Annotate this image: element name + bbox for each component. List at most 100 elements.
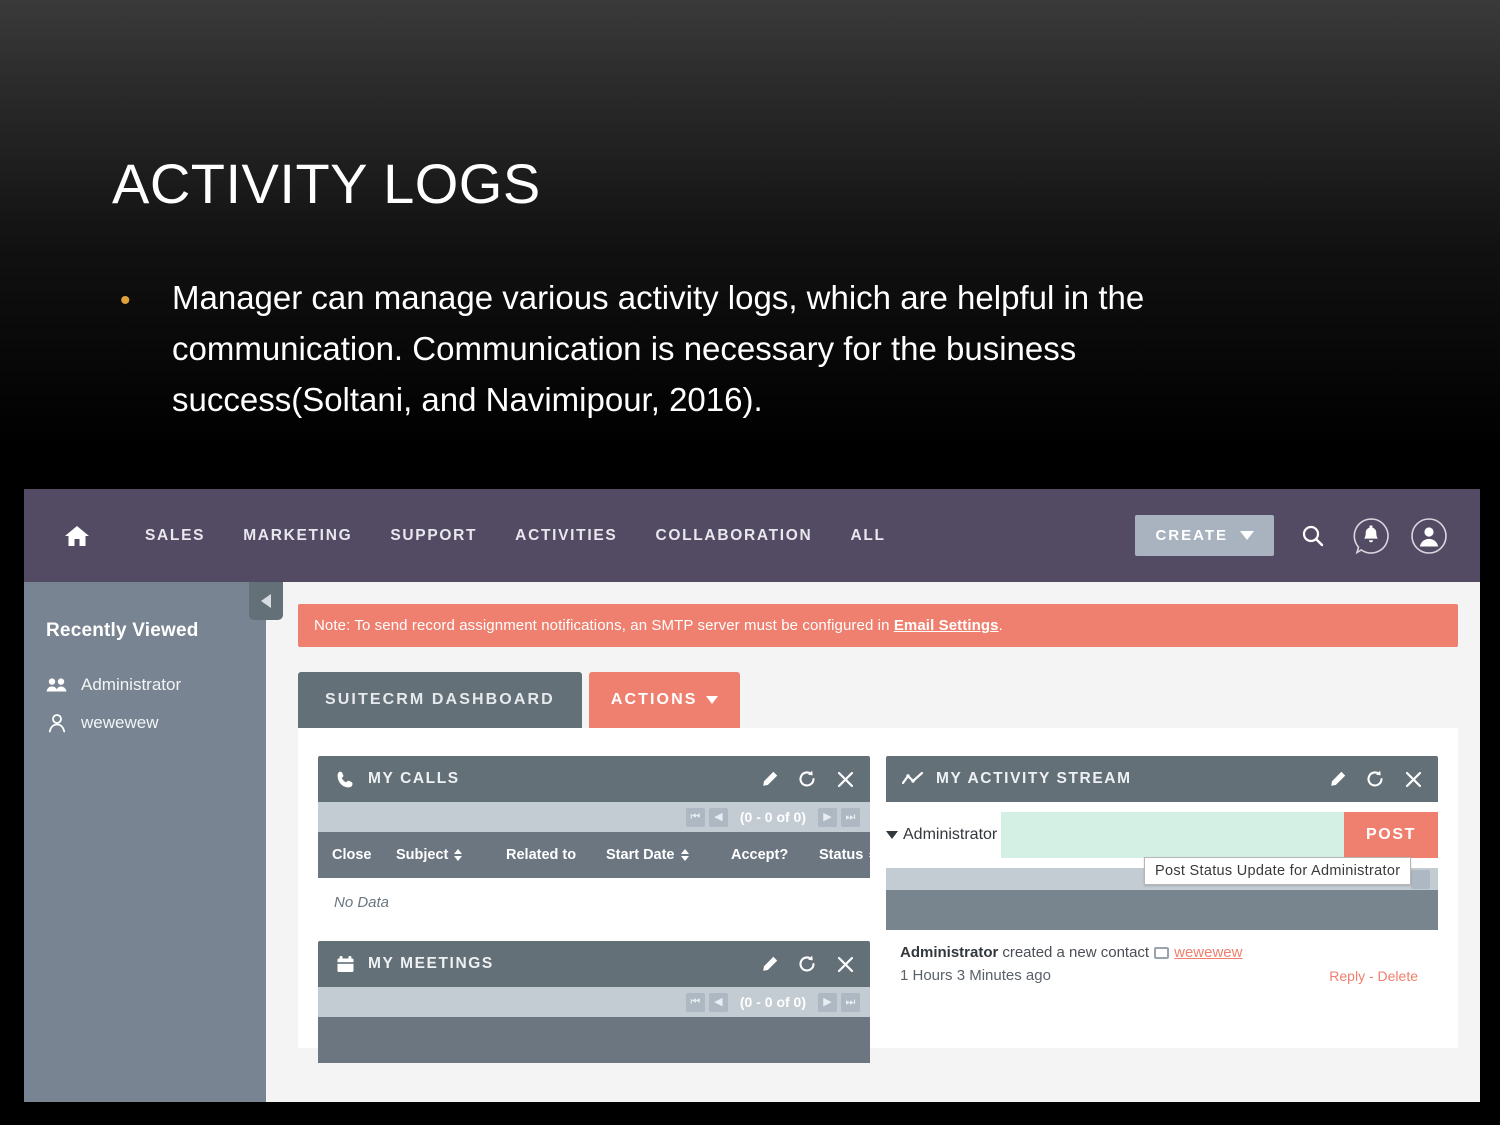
actions-dropdown-button[interactable]: ACTIONS bbox=[588, 672, 740, 728]
tab-suitecrm-dashboard[interactable]: SUITECRM DASHBOARD bbox=[298, 672, 582, 728]
table-header-row: Close Subject Related to Start Date Acce… bbox=[318, 832, 878, 878]
sidebar-heading: Recently Viewed bbox=[46, 620, 199, 641]
crm-main-content: Note: To send record assignment notifica… bbox=[266, 582, 1480, 1102]
dashlet-actions bbox=[1326, 768, 1424, 790]
activity-entry-action: created a new contact bbox=[1002, 944, 1150, 961]
pencil-icon[interactable] bbox=[758, 768, 780, 790]
crm-sidebar: Recently Viewed Administrator wewewew bbox=[24, 582, 283, 1102]
pagination-prev-button[interactable]: ◀ bbox=[708, 992, 728, 1012]
dashboard-tab-row: SUITECRM DASHBOARD ACTIONS bbox=[298, 672, 1458, 728]
nav-item-marketing[interactable]: MARKETING bbox=[224, 527, 371, 545]
nav-item-support[interactable]: SUPPORT bbox=[371, 527, 496, 545]
dashlet-actions bbox=[758, 768, 856, 790]
empty-state-text: No Data bbox=[318, 878, 870, 925]
crm-body: Recently Viewed Administrator wewewew No… bbox=[24, 582, 1480, 1102]
sidebar-item-administrator[interactable]: Administrator bbox=[24, 666, 266, 704]
close-icon[interactable] bbox=[834, 953, 856, 975]
pagination-last-button[interactable]: ⏭ bbox=[841, 992, 860, 1012]
column-label: Accept? bbox=[731, 847, 789, 863]
pencil-icon[interactable] bbox=[1326, 768, 1348, 790]
activity-user-label: Administrator bbox=[903, 826, 998, 843]
activity-entry-description: Administrator created a new contact wewe… bbox=[900, 944, 1329, 961]
home-icon[interactable] bbox=[64, 524, 90, 548]
refresh-icon[interactable] bbox=[1364, 768, 1386, 790]
nav-item-collaboration[interactable]: COLLABORATION bbox=[636, 527, 831, 545]
actions-label: ACTIONS bbox=[610, 691, 698, 708]
column-header-subject[interactable]: Subject bbox=[396, 847, 506, 863]
nav-item-all[interactable]: ALL bbox=[831, 527, 904, 545]
user-profile-icon[interactable] bbox=[1410, 517, 1448, 555]
post-status-tooltip: Post Status Update for Administrator bbox=[1144, 857, 1412, 885]
triangle-left-glyph bbox=[261, 594, 271, 608]
column-label: Subject bbox=[396, 847, 449, 863]
create-button[interactable]: CREATE bbox=[1135, 515, 1274, 556]
delete-link[interactable]: Delete bbox=[1378, 968, 1418, 984]
navbar-right-actions: CREATE bbox=[1135, 489, 1448, 582]
chevron-down-icon bbox=[886, 831, 898, 839]
sort-arrows-icon bbox=[680, 849, 689, 861]
nav-item-sales[interactable]: SALES bbox=[126, 527, 224, 545]
column-label: Start Date bbox=[606, 847, 675, 863]
dashboard-column-right: MY ACTIVITY STREAM Administrator POST Ad… bbox=[886, 756, 1438, 1048]
search-icon[interactable] bbox=[1294, 517, 1332, 555]
reply-link[interactable]: Reply bbox=[1329, 968, 1365, 984]
pagination-first-button[interactable]: ⏮ bbox=[685, 992, 705, 1012]
column-header-start-date[interactable]: Start Date bbox=[606, 847, 731, 863]
activity-entry-target-link[interactable]: wewewew bbox=[1174, 944, 1242, 961]
post-button[interactable]: POST bbox=[1344, 812, 1438, 858]
nav-links: SALES MARKETING SUPPORT ACTIVITIES COLLA… bbox=[126, 527, 905, 545]
pagination-last-button[interactable] bbox=[1411, 869, 1430, 889]
calendar-icon bbox=[334, 954, 356, 974]
phone-icon bbox=[334, 769, 356, 789]
column-header-close[interactable]: Close bbox=[332, 847, 396, 863]
dashlet-title: MY CALLS bbox=[368, 770, 460, 787]
users-group-icon bbox=[46, 675, 68, 695]
dashlet-my-meetings: MY MEETINGS ⏮ ◀ (0 - 0 of 0) ▶ ⏭ bbox=[318, 941, 870, 1063]
dashlet-header: MY CALLS bbox=[318, 756, 870, 802]
column-header-accept[interactable]: Accept? bbox=[731, 847, 819, 863]
close-icon[interactable] bbox=[834, 768, 856, 790]
activity-user-selector[interactable]: Administrator bbox=[886, 826, 1001, 844]
activity-chart-icon bbox=[902, 769, 924, 789]
email-settings-link[interactable]: Email Settings bbox=[894, 617, 999, 634]
crm-screenshot-frame: SALES MARKETING SUPPORT ACTIVITIES COLLA… bbox=[24, 489, 1480, 1102]
slide-root: ACTIVITY LOGS • Manager can manage vario… bbox=[0, 0, 1500, 1125]
activity-status-input[interactable] bbox=[1001, 812, 1345, 858]
column-header-related-to[interactable]: Related to bbox=[506, 847, 606, 863]
dashlet-header: MY MEETINGS bbox=[318, 941, 870, 987]
collapse-left-icon[interactable] bbox=[249, 582, 283, 620]
close-icon[interactable] bbox=[1402, 768, 1424, 790]
pagination-next-button[interactable]: ▶ bbox=[818, 992, 837, 1012]
pagination-bar: ⏮ ◀ (0 - 0 of 0) ▶ ⏭ bbox=[318, 987, 870, 1017]
activity-entry-actor: Administrator bbox=[900, 944, 999, 961]
pagination-first-button[interactable]: ⏮ bbox=[685, 807, 705, 827]
column-label: Close bbox=[332, 847, 372, 863]
pagination-count: (0 - 0 of 0) bbox=[739, 994, 806, 1010]
sidebar-item-label: Administrator bbox=[81, 675, 182, 694]
nav-item-activities[interactable]: ACTIVITIES bbox=[496, 527, 636, 545]
pagination-next-button[interactable]: ▶ bbox=[818, 807, 837, 827]
pagination-count: (0 - 0 of 0) bbox=[739, 809, 806, 825]
column-label: Status bbox=[819, 847, 864, 863]
refresh-icon[interactable] bbox=[796, 768, 818, 790]
contact-record-icon bbox=[1154, 946, 1170, 959]
pagination-last-button[interactable]: ⏭ bbox=[841, 807, 860, 827]
dashlet-header: MY ACTIVITY STREAM bbox=[886, 756, 1438, 802]
activity-stream-entry: Administrator created a new contact wewe… bbox=[886, 930, 1438, 984]
notification-bell-icon[interactable] bbox=[1352, 517, 1390, 555]
sidebar-item-wewewew[interactable]: wewewew bbox=[24, 704, 266, 742]
sort-arrows-icon bbox=[454, 849, 463, 861]
bullet-list: • Manager can manage various activity lo… bbox=[112, 272, 1292, 425]
user-icon bbox=[46, 713, 68, 733]
table-header-row bbox=[318, 1017, 870, 1063]
dashboard-surface: MY CALLS ⏮ ◀ (0 - 0 of 0) ▶ ⏭ Close Subj… bbox=[298, 728, 1458, 1063]
column-header-status[interactable]: Status bbox=[819, 847, 878, 863]
crm-navbar: SALES MARKETING SUPPORT ACTIVITIES COLLA… bbox=[24, 489, 1480, 582]
pencil-icon[interactable] bbox=[758, 953, 780, 975]
pagination-bar: ⏮ ◀ (0 - 0 of 0) ▶ ⏭ bbox=[318, 802, 870, 832]
bullet-marker: • bbox=[120, 284, 131, 317]
refresh-icon[interactable] bbox=[796, 953, 818, 975]
sidebar-item-label: wewewew bbox=[81, 713, 159, 732]
page-title: ACTIVITY LOGS bbox=[112, 152, 541, 215]
pagination-prev-button[interactable]: ◀ bbox=[708, 807, 728, 827]
